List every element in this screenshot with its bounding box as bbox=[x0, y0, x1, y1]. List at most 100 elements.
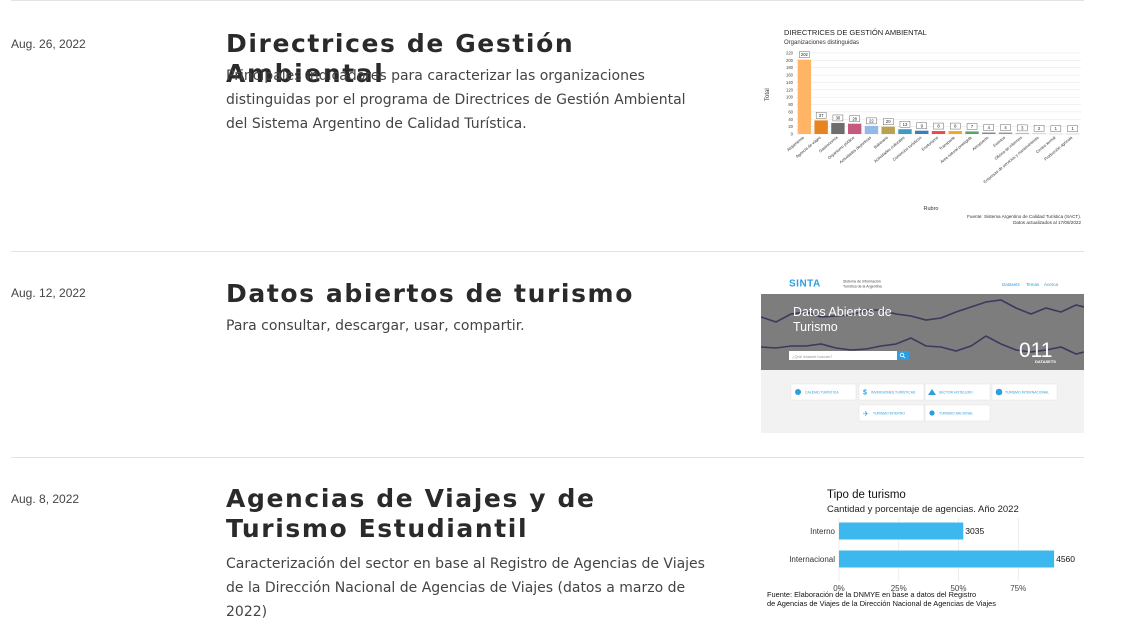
x-tick-label: Enoturismo bbox=[920, 134, 939, 151]
post-date: Aug. 26, 2022 bbox=[11, 37, 86, 51]
post-date: Aug. 12, 2022 bbox=[11, 286, 86, 300]
chart-source: Fuente: Sistema Argentino de Calidad Tur… bbox=[967, 214, 1081, 219]
data-label: 30 bbox=[836, 116, 841, 121]
x-tick-label: Aeropuerto bbox=[971, 134, 990, 151]
y-tick-label: 200 bbox=[786, 58, 794, 63]
calidad-icon bbox=[795, 389, 801, 395]
y-tick-label: 0 bbox=[791, 132, 794, 137]
category-label: TURISMO INTERNO bbox=[873, 412, 905, 416]
y-tick-label: 100 bbox=[786, 95, 794, 100]
tipo-turismo-chart: Tipo de turismo Cantidad y porcentaje de… bbox=[767, 489, 1075, 608]
globe-icon bbox=[995, 388, 1003, 396]
y-tick-label: 140 bbox=[786, 80, 794, 85]
chart-subtitle: Organizaciones distinguidas bbox=[784, 40, 859, 46]
post-excerpt: Caracterización del sector en base al Re… bbox=[226, 556, 705, 620]
category-card[interactable]: CALIDAD TURÍSTICA bbox=[790, 383, 857, 401]
y-category-label: Interno bbox=[810, 527, 835, 536]
y-tick-label: 120 bbox=[786, 87, 794, 92]
chart-source-line1: Fuente: Elaboración de la DNMYE en base … bbox=[767, 590, 976, 599]
data-label: 3035 bbox=[965, 526, 984, 536]
category-label: INVERSIONES TURÍSTICAS bbox=[871, 391, 916, 395]
category-card[interactable]: $ INVERSIONES TURÍSTICAS bbox=[858, 383, 925, 401]
sinta-logo-sub1: Sistema de Información bbox=[843, 280, 881, 284]
bar bbox=[847, 123, 862, 134]
data-label: 28 bbox=[852, 116, 857, 121]
location-icon bbox=[929, 410, 935, 416]
sinta-logo-sub2: Turística de la Argentina bbox=[843, 285, 882, 289]
post-title[interactable]: Agencias de Viajes y de Turismo Estudian… bbox=[226, 484, 696, 544]
chart-subtitle: Cantidad y porcentaje de agencias. Año 2… bbox=[827, 504, 1019, 515]
y-tick-label: 40 bbox=[788, 117, 793, 122]
post-item: Aug. 12, 2022 Datos abiertos de turismo … bbox=[11, 251, 1084, 457]
chart-title: DIRECTRICES DE GESTIÓN AMBIENTAL bbox=[784, 28, 927, 37]
y-tick-label: 220 bbox=[786, 51, 794, 56]
category-card[interactable]: TURISMO INTERNACIONAL bbox=[991, 383, 1058, 401]
bar bbox=[881, 126, 895, 134]
hero-title-line2: Turismo bbox=[793, 320, 838, 334]
x-tick-label: Eventos bbox=[992, 135, 1006, 148]
pin-icon: ✈ bbox=[863, 411, 869, 418]
x-tick-label: 75% bbox=[1010, 584, 1026, 593]
post-thumbnail[interactable]: SINTA Sistema de Información Turística d… bbox=[761, 272, 1084, 433]
nav-datasets[interactable]: Datasets bbox=[1002, 282, 1021, 287]
post-excerpt: Para consultar, descargar, usar, compart… bbox=[226, 318, 525, 334]
gestion-ambiental-chart: DIRECTRICES DE GESTIÓN AMBIENTAL Organiz… bbox=[765, 28, 1081, 225]
post-thumbnail[interactable]: Tipo de turismo Cantidad y porcentaje de… bbox=[761, 482, 1084, 636]
category-label: SECTOR HOTELERO bbox=[939, 391, 973, 395]
data-label: 37 bbox=[819, 113, 824, 118]
y-tick-label: 160 bbox=[786, 73, 794, 78]
post-date: Aug. 8, 2022 bbox=[11, 492, 80, 506]
y-tick-label: 80 bbox=[788, 102, 793, 107]
data-label: 13 bbox=[903, 122, 908, 127]
chart-updated: Datos actualizados al 17/08/2022 bbox=[1013, 220, 1081, 225]
bar bbox=[1065, 133, 1080, 135]
post-excerpt: Principales indicadores para caracteriza… bbox=[226, 68, 686, 132]
category-label: TURISMO NACIONAL bbox=[939, 412, 973, 416]
category-label: CALIDAD TURÍSTICA bbox=[805, 391, 839, 395]
chart-title: Tipo de turismo bbox=[827, 489, 906, 501]
data-label: 202 bbox=[801, 52, 809, 57]
chart-y-axis-label: Total bbox=[765, 88, 771, 101]
nav-acerca[interactable]: Acerca bbox=[1044, 282, 1059, 287]
bar bbox=[797, 59, 812, 134]
post-title[interactable]: Datos abiertos de turismo bbox=[226, 279, 726, 309]
y-category-label: Internacional bbox=[789, 555, 835, 564]
bar bbox=[839, 522, 964, 540]
category-card[interactable]: SECTOR HOTELERO bbox=[924, 383, 991, 401]
bar bbox=[1015, 132, 1030, 134]
post-item: Aug. 26, 2022 Directrices de Gestión Amb… bbox=[11, 0, 1084, 251]
bar bbox=[864, 125, 879, 134]
category-card[interactable]: TURISMO NACIONAL bbox=[924, 404, 991, 422]
hero-search-placeholder: ¿Qué dataset buscás? bbox=[792, 354, 833, 359]
x-tick-label: Actividades deportivas bbox=[838, 135, 872, 165]
bar bbox=[898, 129, 912, 134]
x-tick-label: Área natural protegida bbox=[939, 134, 973, 164]
bar bbox=[1049, 133, 1063, 135]
bar bbox=[982, 132, 996, 134]
hero-title-line1: Datos Abiertos de bbox=[793, 305, 892, 319]
post-item: Aug. 8, 2022 Agencias de Viajes y de Tur… bbox=[11, 457, 1084, 636]
data-label: 4560 bbox=[1056, 554, 1075, 564]
bar bbox=[931, 131, 946, 134]
y-tick-label: 20 bbox=[788, 124, 793, 129]
bar bbox=[839, 550, 1055, 568]
category-card[interactable]: ✈ TURISMO INTERNO bbox=[858, 404, 925, 422]
chart-x-axis-label: Rubro bbox=[924, 206, 939, 212]
sinta-logo: SINTA bbox=[789, 279, 821, 290]
chart-source-line2: de Agencias de Viajes de la Dirección Na… bbox=[767, 599, 996, 608]
nav-temas[interactable]: Temas bbox=[1026, 282, 1040, 287]
category-label: TURISMO INTERNACIONAL bbox=[1005, 391, 1049, 395]
data-label: 20 bbox=[886, 119, 891, 124]
bar bbox=[831, 122, 845, 134]
post-thumbnail[interactable]: DIRECTRICES DE GESTIÓN AMBIENTAL Organiz… bbox=[761, 25, 1084, 227]
bar bbox=[948, 131, 962, 134]
bar bbox=[1032, 133, 1046, 134]
y-tick-label: 60 bbox=[788, 109, 793, 114]
dollar-icon: $ bbox=[863, 390, 867, 397]
search-button[interactable] bbox=[897, 351, 909, 360]
y-tick-label: 180 bbox=[786, 65, 794, 70]
bar bbox=[915, 130, 929, 134]
bar bbox=[965, 131, 979, 134]
bar bbox=[998, 132, 1013, 134]
data-label: 22 bbox=[869, 119, 874, 124]
